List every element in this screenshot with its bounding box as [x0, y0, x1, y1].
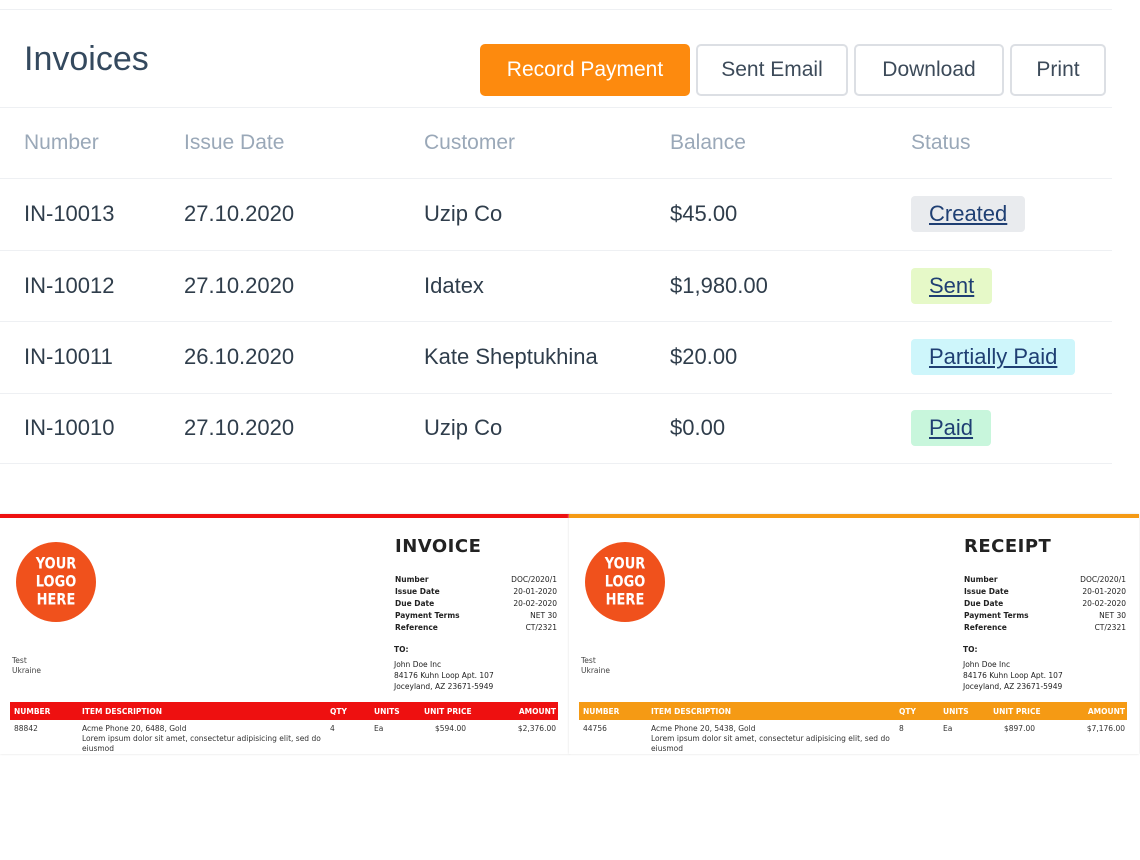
balance: $45.00: [670, 201, 738, 227]
line-items-table: NUMBER ITEM DESCRIPTION QTY UNITS UNIT P…: [10, 702, 558, 754]
action-toolbar: Record Payment Sent Email Download Print: [480, 44, 1106, 96]
column-header-balance[interactable]: Balance: [670, 131, 746, 155]
customer-name: Idatex: [424, 272, 484, 298]
logo-placeholder: YOUR LOGO HERE: [585, 542, 665, 622]
invoices-table: Number Issue Date Customer Balance Statu…: [0, 107, 1112, 464]
document-meta: Number DOC/2020/1 Issue Date 20-01-2020 Du…: [395, 575, 557, 632]
document-meta: Number DOC/2020/1 Issue Date 20-01-2020 Du…: [964, 575, 1126, 632]
page-title: Invoices: [24, 40, 149, 78]
customer-name: Uzip Co: [424, 415, 503, 441]
sender-address: Test Ukraine: [581, 656, 610, 675]
issue-date: 27.10.2020: [184, 272, 295, 298]
issue-date: 27.10.2020: [184, 201, 295, 227]
column-header-issue-date[interactable]: Issue Date: [184, 131, 284, 155]
column-header-customer[interactable]: Customer: [424, 131, 515, 155]
document-title: INVOICE: [395, 536, 482, 557]
status-badge[interactable]: Created: [911, 196, 1026, 233]
table-header-row: Number Issue Date Customer Balance Statu…: [0, 107, 1112, 178]
invoice-number: IN-10013: [24, 201, 115, 227]
status-badge[interactable]: Partially Paid: [911, 339, 1076, 376]
invoice-number: IN-10010: [24, 415, 115, 441]
line-items-header: NUMBER ITEM DESCRIPTION QTY UNITS UNIT P…: [579, 702, 1127, 720]
top-divider: [0, 9, 1112, 10]
customer-name: Kate Sheptukhina: [424, 344, 598, 370]
recipient-address: TO: John Doe Inc 84176 Kuhn Loop Apt. 10…: [963, 645, 1063, 691]
document-title: RECEIPT: [964, 536, 1052, 557]
receipt-preview: YOUR LOGO HERE RECEIPT Number DOC/2020/1 …: [569, 514, 1139, 754]
issue-date: 27.10.2020: [184, 415, 295, 441]
invoice-number: IN-10012: [24, 272, 115, 298]
invoice-number: IN-10011: [24, 344, 113, 370]
status-badge[interactable]: Paid: [911, 410, 992, 447]
table-row[interactable]: IN-10012 27.10.2020 Idatex $1,980.00 Sen…: [0, 249, 1112, 322]
line-items-header: NUMBER ITEM DESCRIPTION QTY UNITS UNIT P…: [10, 702, 558, 720]
column-header-number[interactable]: Number: [24, 131, 99, 155]
record-payment-button[interactable]: Record Payment: [480, 44, 690, 96]
status-badge[interactable]: Sent: [911, 267, 993, 304]
balance: $0.00: [670, 415, 726, 441]
line-item: 44756 Acme Phone 20, 5438, Gold Lorem ips…: [583, 724, 1125, 753]
invoice-preview: YOUR LOGO HERE INVOICE Number DOC/2020/1 …: [0, 514, 570, 754]
print-button[interactable]: Print: [1010, 44, 1106, 96]
download-button[interactable]: Download: [854, 44, 1004, 96]
issue-date: 26.10.2020: [184, 344, 295, 370]
balance: $1,980.00: [670, 272, 768, 298]
line-items-table: NUMBER ITEM DESCRIPTION QTY UNITS UNIT P…: [579, 702, 1127, 754]
table-row[interactable]: IN-10010 27.10.2020 Uzip Co $0.00 Paid: [0, 392, 1112, 464]
recipient-address: TO: John Doe Inc 84176 Kuhn Loop Apt. 10…: [394, 645, 494, 691]
column-header-status[interactable]: Status: [911, 131, 971, 155]
table-row[interactable]: IN-10013 27.10.2020 Uzip Co $45.00 Creat…: [0, 178, 1112, 250]
balance: $20.00: [670, 344, 738, 370]
customer-name: Uzip Co: [424, 201, 503, 227]
sender-address: Test Ukraine: [12, 656, 41, 675]
sent-email-button[interactable]: Sent Email: [696, 44, 848, 96]
line-item: 88842 Acme Phone 20, 6488, Gold Lorem ips…: [14, 724, 556, 753]
logo-placeholder: YOUR LOGO HERE: [16, 542, 96, 622]
table-row[interactable]: IN-10011 26.10.2020 Kate Sheptukhina $20…: [0, 321, 1112, 393]
